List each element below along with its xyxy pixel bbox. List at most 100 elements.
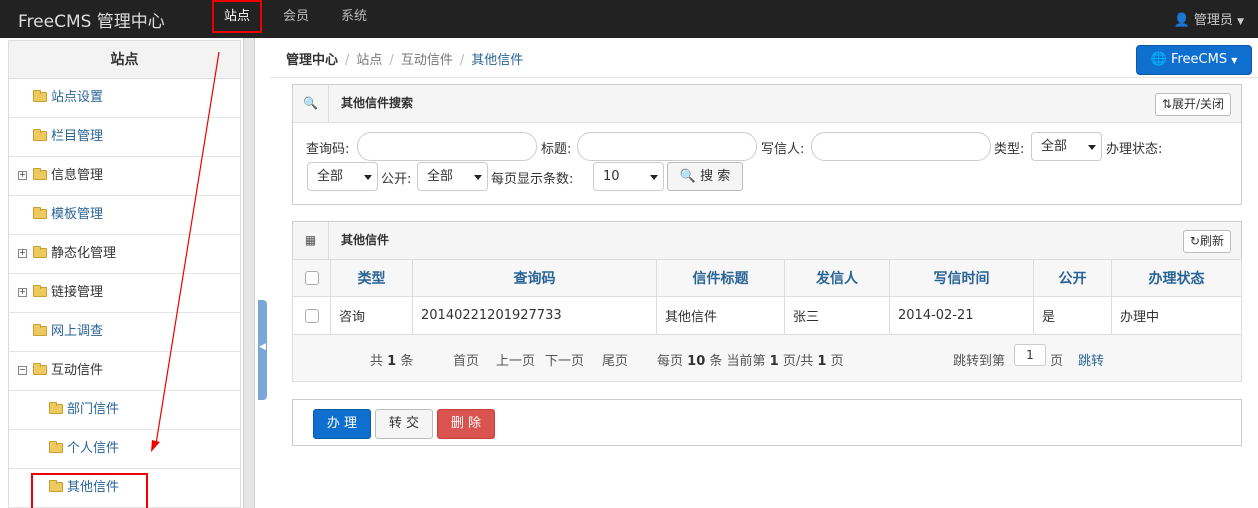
folder-icon (33, 246, 47, 258)
sidebar-item-channel-management[interactable]: 栏目管理 (9, 118, 240, 157)
column-header-write-time[interactable]: 写信时间 (889, 259, 1034, 297)
toggle-button[interactable]: ⇅展开/关闭 (1154, 93, 1231, 116)
nav-item-system[interactable]: 系统 (341, 0, 367, 34)
jump-page-input[interactable]: 1 (1014, 344, 1046, 366)
search-icon: 🔍 (293, 85, 329, 122)
type-select[interactable]: 全部 (1031, 132, 1102, 161)
expand-icon[interactable]: + (18, 288, 27, 297)
next-page-link[interactable]: 下一页 (545, 350, 584, 369)
refresh-icon: ↻ (1189, 234, 1200, 248)
title-label: 标题: (541, 142, 572, 157)
folder-icon (49, 402, 63, 414)
caret-down-icon (364, 175, 372, 180)
folder-icon (33, 168, 47, 180)
user-menu[interactable]: 👤 管理员 ▼ (1174, 9, 1244, 28)
transfer-button[interactable]: 转 交 (375, 409, 433, 439)
sidebar-item-site-settings[interactable]: 站点设置 (9, 79, 240, 118)
public-select[interactable]: 全部 (417, 162, 488, 191)
row-checkbox[interactable] (304, 308, 319, 323)
breadcrumb: 管理中心 / 站点 / 互动信件 / 其他信件 (286, 53, 524, 68)
page-info: 每页 10 条 当前第 1 页/共 1 页 (657, 354, 844, 369)
expand-icon[interactable]: + (18, 171, 27, 180)
column-header-type[interactable]: 类型 (330, 259, 413, 297)
column-header-status[interactable]: 办理状态 (1111, 259, 1242, 297)
breadcrumb-site[interactable]: 站点 (356, 53, 382, 68)
row-select-cell (292, 296, 331, 335)
user-name: 管理员 (1193, 13, 1233, 28)
column-header-letter-title[interactable]: 信件标题 (656, 259, 785, 297)
sidebar-item-info-management[interactable]: + 信息管理 (9, 157, 240, 196)
folder-icon (33, 90, 47, 102)
jump-suffix: 页 (1050, 354, 1064, 369)
freecms-dropdown-button[interactable]: 🌐 FreeCMS ▼ (1136, 45, 1252, 75)
public-label: 公开: (381, 172, 412, 187)
total-count: 共 1 条 (370, 354, 414, 369)
caret-down-icon: ▼ (1231, 56, 1238, 65)
sidebar-item-static-management[interactable]: + 静态化管理 (9, 235, 240, 274)
sidebar-item-online-survey[interactable]: 网上调查 (9, 313, 240, 352)
status-label: 办理状态: (1106, 142, 1163, 157)
collapse-icon[interactable]: − (18, 366, 27, 375)
refresh-button[interactable]: ↻刷新 (1182, 230, 1231, 253)
chevron-left-icon: ◀ (259, 342, 266, 352)
search-panel-header: 🔍 其他信件搜索 ⇅展开/关闭 (293, 85, 1241, 123)
sidebar: 站点 站点设置 栏目管理 + 信息管理 模板管理 + 静态化管理 + 链接管理 … (8, 40, 241, 508)
cell-letter-title: 其他信件 (656, 296, 785, 335)
caret-down-icon (650, 175, 658, 180)
title-input[interactable] (577, 132, 757, 161)
select-all-checkbox[interactable] (304, 271, 319, 285)
query-code-label: 查询码: (306, 142, 350, 157)
sidebar-item-other-letters[interactable]: 其他信件 (9, 469, 240, 508)
grid-icon: ▦ (293, 222, 329, 259)
sidebar-item-personal-letters[interactable]: 个人信件 (9, 430, 240, 469)
search-icon: 🔍 (679, 169, 696, 184)
status-select[interactable]: 全部 (307, 162, 378, 191)
toggle-icon: ⇅ (1161, 97, 1172, 111)
expand-icon[interactable]: + (18, 249, 27, 258)
collapse-sidebar-handle[interactable]: ◀ (258, 300, 267, 400)
breadcrumb-root[interactable]: 管理中心 (286, 53, 338, 68)
folder-icon (33, 207, 47, 219)
handle-button[interactable]: 办 理 (313, 409, 371, 439)
sidebar-item-department-letters[interactable]: 部门信件 (9, 391, 240, 430)
cell-query-code: 20140221201927733 (412, 296, 657, 335)
nav-item-site[interactable]: 站点 (212, 0, 263, 33)
app-brand[interactable]: FreeCMS 管理中心 (18, 7, 165, 32)
delete-button[interactable]: 删 除 (437, 409, 495, 439)
jump-label: 跳转到第 (953, 354, 1006, 369)
folder-icon (33, 129, 47, 141)
jump-button[interactable]: 跳转 (1078, 350, 1104, 369)
caret-down-icon (474, 175, 482, 180)
nav-item-member[interactable]: 会员 (283, 0, 309, 34)
selection-highlight (31, 473, 148, 508)
breadcrumb-interactive-letters[interactable]: 互动信件 (401, 53, 453, 68)
caret-down-icon (1088, 145, 1096, 150)
table-row[interactable]: 咨询 20140221201927733 其他信件 张三 2014-02-21 … (292, 296, 1242, 335)
cell-sender: 张三 (784, 296, 890, 335)
list-panel-header: ▦ 其他信件 ↻刷新 (293, 222, 1241, 260)
folder-icon (33, 324, 47, 336)
page-size-select[interactable]: 10 (593, 162, 664, 191)
cell-type: 咨询 (330, 296, 413, 335)
cell-status: 办理中 (1111, 296, 1242, 335)
column-header-public[interactable]: 公开 (1033, 259, 1112, 297)
first-page-link[interactable]: 首页 (453, 350, 479, 369)
prev-page-link[interactable]: 上一页 (496, 350, 535, 369)
chevron-down-icon: ▼ (1237, 17, 1244, 27)
sidebar-splitter[interactable] (243, 38, 255, 508)
sidebar-title: 站点 (9, 41, 240, 79)
query-code-input[interactable] (357, 132, 537, 161)
writer-input[interactable] (811, 132, 991, 161)
list-panel: ▦ 其他信件 ↻刷新 (292, 221, 1242, 260)
sidebar-item-template-management[interactable]: 模板管理 (9, 196, 240, 235)
column-header-sender[interactable]: 发信人 (784, 259, 890, 297)
column-header-query-code[interactable]: 查询码 (412, 259, 657, 297)
writer-label: 写信人: (761, 142, 805, 157)
last-page-link[interactable]: 尾页 (602, 350, 628, 369)
list-panel-title: 其他信件 (341, 233, 390, 247)
search-button[interactable]: 🔍 搜 索 (667, 162, 743, 191)
folder-icon (33, 285, 47, 297)
sidebar-item-interactive-letters[interactable]: − 互动信件 (9, 352, 240, 391)
type-label: 类型: (994, 142, 1025, 157)
sidebar-item-link-management[interactable]: + 链接管理 (9, 274, 240, 313)
